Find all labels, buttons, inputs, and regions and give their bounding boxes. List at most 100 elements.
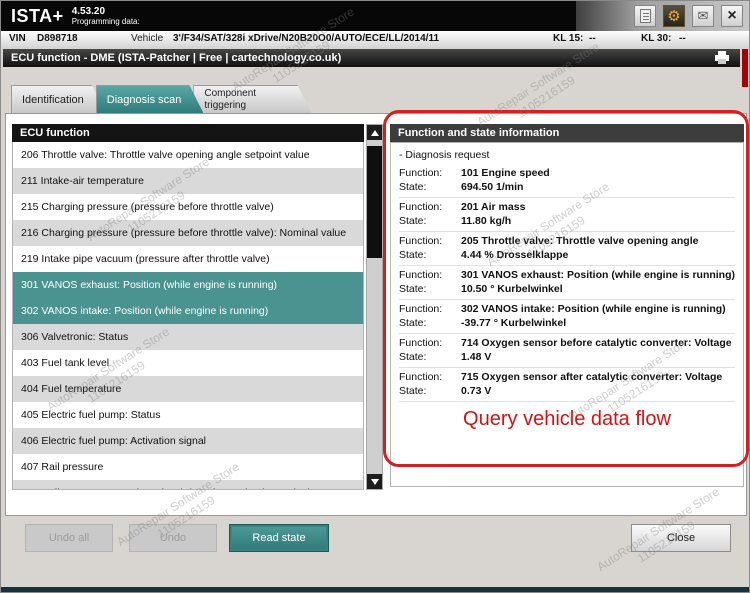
state-info-header: Function and state information — [390, 124, 744, 142]
diagnosis-request-line: - Diagnosis request — [399, 149, 735, 161]
state-info-panel: - Diagnosis request Function:101 Engine … — [390, 142, 744, 487]
vehicle-value: 3'/F34/SAT/328i xDrive/N20B20O0/AUTO/ECE… — [173, 33, 439, 44]
state-row: State:1.48 V — [399, 350, 735, 364]
function-label: Function: — [399, 336, 461, 350]
vin-value: D898718 — [37, 33, 78, 44]
state-entry: Function:201 Air massState:11.80 kg/h — [399, 198, 735, 232]
function-value: 205 Throttle valve: Throttle valve openi… — [461, 234, 698, 248]
state-row: Function:101 Engine speed — [399, 166, 735, 180]
function-label: Function: — [399, 302, 461, 316]
ecu-list-item[interactable]: 206 Throttle valve: Throttle valve openi… — [13, 142, 363, 168]
messages-envelope-icon[interactable]: ✉ — [692, 5, 714, 27]
function-label: Function: — [399, 268, 461, 282]
top-bar: ISTA+ 4.53.20 Programming data: ⚙ ✉ × — [1, 1, 750, 31]
version-block: 4.53.20 Programming data: — [72, 6, 140, 27]
documents-icon[interactable] — [634, 5, 656, 27]
state-value: 4.44 % Drosselklappe — [461, 248, 568, 262]
function-label: Function: — [399, 370, 461, 384]
close-button[interactable]: Close — [631, 524, 731, 552]
ecu-list-item[interactable]: 302 VANOS intake: Position (while engine… — [13, 298, 363, 324]
ecu-list-item[interactable]: 215 Charging pressure (pressure before t… — [13, 194, 363, 220]
kl15-label: KL 15: — [553, 33, 583, 44]
state-row: State:10.50 ° Kurbelwinkel — [399, 282, 735, 296]
state-label: State: — [399, 384, 461, 398]
ecu-list-item[interactable]: 407 Rail pressure — [13, 454, 363, 480]
state-row: Function:205 Throttle valve: Throttle va… — [399, 234, 735, 248]
state-row: State:694.50 1/min — [399, 180, 735, 194]
ecu-list-item[interactable]: 408 Rail pressure: Setpoint value (when … — [13, 480, 363, 490]
state-label: State: — [399, 248, 461, 262]
state-value: 1.48 V — [461, 350, 491, 364]
function-value: 302 VANOS intake: Position (while engine… — [461, 302, 726, 316]
state-row: Function:301 VANOS exhaust: Position (wh… — [399, 268, 735, 282]
ecu-list-item[interactable]: 406 Electric fuel pump: Activation signa… — [13, 428, 363, 454]
undo-all-button[interactable]: Undo all — [25, 524, 113, 552]
ecu-list-item[interactable]: 403 Fuel tank level — [13, 350, 363, 376]
kl30-value: -- — [679, 33, 686, 44]
tab-identification[interactable]: Identification — [11, 85, 106, 113]
ecu-list-item[interactable]: 404 Fuel temperature — [13, 376, 363, 402]
state-row: Function:201 Air mass — [399, 200, 735, 214]
ecu-list-scrollbar[interactable] — [366, 124, 383, 490]
print-icon[interactable] — [714, 51, 730, 65]
close-window-icon[interactable]: × — [721, 5, 743, 27]
function-value: 201 Air mass — [461, 200, 525, 214]
bottom-accent-bar — [1, 587, 750, 593]
tab-bar: Identification Diagnosis scan Component … — [11, 85, 301, 113]
state-value: 10.50 ° Kurbelwinkel — [461, 282, 563, 296]
state-entry: Function:714 Oxygen sensor before cataly… — [399, 334, 735, 368]
state-entry: Function:205 Throttle valve: Throttle va… — [399, 232, 735, 266]
state-label: State: — [399, 282, 461, 296]
state-entry: Function:301 VANOS exhaust: Position (wh… — [399, 266, 735, 300]
kl15-value: -- — [589, 33, 596, 44]
read-state-button[interactable]: Read state — [229, 524, 329, 552]
down-arrow-icon — [371, 479, 379, 485]
state-label: State: — [399, 316, 461, 330]
ecu-list-item[interactable]: 216 Charging pressure (pressure before t… — [13, 220, 363, 246]
state-value: 0.73 V — [461, 384, 491, 398]
scroll-down-button[interactable] — [367, 474, 382, 489]
function-label: Function: — [399, 200, 461, 214]
tab-diagnosis-scan[interactable]: Diagnosis scan — [96, 85, 204, 113]
ecu-list-item[interactable]: 219 Intake pipe vacuum (pressure after t… — [13, 246, 363, 272]
state-entry: Function:302 VANOS intake: Position (whi… — [399, 300, 735, 334]
state-row: State:-39.77 ° Kurbelwinkel — [399, 316, 735, 330]
ecu-function-header: ECU function — [12, 124, 364, 142]
settings-gear-icon[interactable]: ⚙ — [663, 5, 685, 27]
tab-component-triggering[interactable]: Component triggering — [193, 85, 311, 113]
ecu-list-item[interactable]: 405 Electric fuel pump: Status — [13, 402, 363, 428]
scroll-thumb[interactable] — [367, 146, 382, 258]
state-row: State:0.73 V — [399, 384, 735, 398]
state-value: 694.50 1/min — [461, 180, 523, 194]
topbar-icon-tray: ⚙ ✉ × — [576, 1, 750, 31]
app-logo: ISTA+ — [1, 6, 64, 27]
scroll-up-button[interactable] — [367, 125, 382, 140]
state-row: State:11.80 kg/h — [399, 214, 735, 228]
ecu-list-item[interactable]: 211 Intake-air temperature — [13, 168, 363, 194]
document-glyph — [640, 9, 651, 23]
ecu-list-item[interactable]: 301 VANOS exhaust: Position (while engin… — [13, 272, 363, 298]
function-value: 301 VANOS exhaust: Position (while engin… — [461, 268, 735, 282]
state-label: State: — [399, 214, 461, 228]
module-title: ECU function - DME (ISTA-Patcher | Free … — [11, 52, 341, 64]
up-arrow-icon — [371, 130, 379, 136]
kl30-label: KL 30: — [641, 33, 671, 44]
ecu-list-item[interactable]: 306 Valvetronic: Status — [13, 324, 363, 350]
state-value: 11.80 kg/h — [461, 214, 511, 228]
ecu-function-list: 206 Throttle valve: Throttle valve openi… — [12, 142, 364, 490]
state-row: Function:714 Oxygen sensor before cataly… — [399, 336, 735, 350]
state-entries: Function:101 Engine speedState:694.50 1/… — [399, 164, 735, 402]
state-label: State: — [399, 350, 461, 364]
function-value: 715 Oxygen sensor after catalytic conver… — [461, 370, 722, 384]
state-row: Function:302 VANOS intake: Position (whi… — [399, 302, 735, 316]
app-version: 4.53.20 — [72, 6, 140, 18]
state-label: State: — [399, 180, 461, 194]
state-entry: Function:715 Oxygen sensor after catalyt… — [399, 368, 735, 402]
module-title-bar: ECU function - DME (ISTA-Patcher | Free … — [3, 49, 740, 67]
vehicle-info-bar: VIN D898718 Vehicle 3'/F34/SAT/328i xDri… — [1, 31, 750, 47]
vin-label: VIN — [9, 33, 26, 44]
ista-app-window: ISTA+ 4.53.20 Programming data: ⚙ ✉ × VI… — [0, 0, 750, 593]
state-row: State:4.44 % Drosselklappe — [399, 248, 735, 262]
undo-button[interactable]: Undo — [129, 524, 217, 552]
function-value: 714 Oxygen sensor before catalytic conve… — [461, 336, 732, 350]
